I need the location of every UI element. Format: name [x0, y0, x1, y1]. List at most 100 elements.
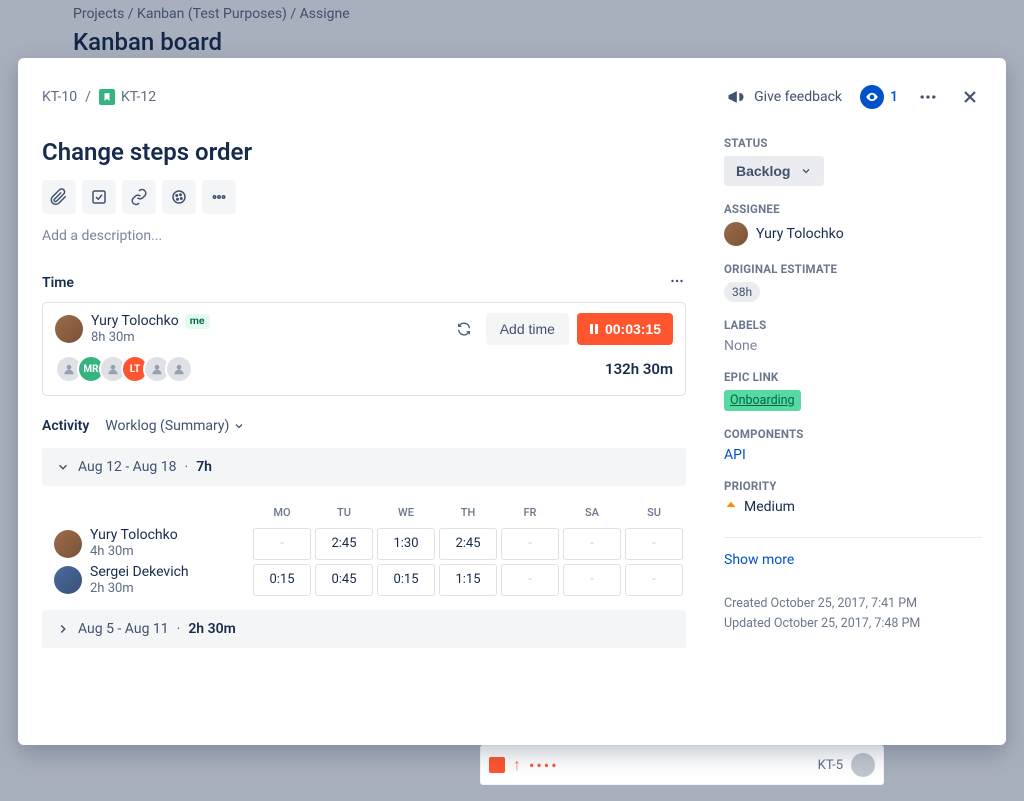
status-label: STATUS — [724, 136, 982, 150]
breadcrumb-parent[interactable]: KT-10 — [42, 89, 77, 105]
time-cell[interactable]: - — [501, 564, 559, 596]
priority-field[interactable]: Medium — [724, 499, 982, 515]
time-cell[interactable]: 1:15 — [439, 564, 497, 596]
priority-label: PRIORITY — [724, 479, 982, 493]
component-link[interactable]: API — [724, 447, 746, 463]
issue-main-column: Change steps order Add a description... … — [18, 58, 716, 745]
time-cell[interactable]: - — [501, 528, 559, 560]
day-header: SA — [563, 502, 621, 523]
ellipsis-icon — [668, 272, 686, 290]
total-time: 132h 30m — [605, 360, 673, 378]
status-dropdown[interactable]: Backlog — [724, 156, 824, 186]
estimate-pill[interactable]: 38h — [724, 282, 760, 302]
issue-header: KT-10 / KT-12 Give feedback 1 — [18, 58, 1006, 116]
week-toggle[interactable]: Aug 12 - Aug 18 · 7h — [42, 448, 686, 486]
subtask-button[interactable] — [82, 180, 116, 214]
priority-medium-icon — [724, 500, 738, 514]
week-range: Aug 12 - Aug 18 — [78, 459, 177, 475]
chevron-down-icon — [800, 165, 812, 177]
components-label: COMPONENTS — [724, 427, 982, 441]
time-cell[interactable]: 0:15 — [377, 564, 435, 596]
backdrop-card-key: KT-5 — [818, 758, 843, 773]
megaphone-icon — [726, 87, 746, 107]
story-icon — [489, 757, 505, 773]
avatar — [724, 222, 748, 246]
time-cell[interactable]: - — [563, 528, 621, 560]
assignee-name: Yury Tolochko — [756, 226, 844, 242]
link-icon — [130, 188, 148, 206]
labels-value[interactable]: None — [724, 338, 982, 354]
give-feedback-button[interactable]: Give feedback — [726, 87, 842, 107]
time-cell[interactable]: 1:30 — [377, 528, 435, 560]
week-block: Aug 5 - Aug 11 · 2h 30m — [42, 610, 686, 648]
attach-button[interactable] — [42, 180, 76, 214]
estimate-label: ORIGINAL ESTIMATE — [724, 262, 982, 276]
avatar — [165, 355, 193, 383]
avatar — [851, 753, 875, 777]
time-cell[interactable]: 0:45 — [315, 564, 373, 596]
cookie-icon — [170, 188, 188, 206]
refresh-icon — [456, 321, 472, 337]
assignee-field[interactable]: Yury Tolochko — [724, 222, 982, 246]
divider — [724, 537, 982, 538]
day-header: SU — [625, 502, 683, 523]
paperclip-icon — [50, 188, 68, 206]
avatar — [54, 530, 82, 558]
watchers-count: 1 — [890, 89, 898, 105]
issue-side-column: STATUS Backlog ASSIGNEE Yury Tolochko OR… — [716, 58, 1006, 745]
avatar-stack[interactable]: MR LT — [55, 355, 187, 383]
day-header: FR — [501, 502, 559, 523]
add-time-button[interactable]: Add time — [486, 313, 569, 345]
issue-title[interactable]: Change steps order — [42, 138, 686, 166]
time-cell[interactable]: 2:45 — [439, 528, 497, 560]
breadcrumb-issue-key[interactable]: KT-12 — [121, 89, 156, 105]
avatar — [55, 315, 83, 343]
updated-date: Updated October 25, 2017, 7:48 PM — [724, 614, 982, 634]
day-header: WE — [377, 502, 435, 523]
more-actions-button[interactable] — [916, 85, 940, 109]
time-cell[interactable]: 0:15 — [253, 564, 311, 596]
close-button[interactable] — [958, 85, 982, 109]
subtask-icon — [90, 188, 108, 206]
zeplin-button[interactable] — [162, 180, 196, 214]
avatar — [54, 566, 82, 594]
refresh-button[interactable] — [450, 315, 478, 343]
description-placeholder[interactable]: Add a description... — [42, 228, 686, 244]
time-section-more-button[interactable] — [668, 272, 686, 294]
pause-icon — [589, 324, 599, 334]
chevron-right-icon — [56, 622, 70, 636]
worklog-person: Sergei Dekevich 2h 30m — [54, 564, 249, 596]
time-cell[interactable]: - — [563, 564, 621, 596]
toolbar-more-button[interactable] — [202, 180, 236, 214]
week-range: Aug 5 - Aug 11 — [78, 621, 169, 637]
backdrop-card: ↑ •••• KT-5 — [480, 745, 884, 785]
week-hours: 2h 30m — [188, 621, 235, 637]
created-date: Created October 25, 2017, 7:41 PM — [724, 594, 982, 614]
day-header: TU — [315, 502, 373, 523]
chevron-down-icon — [233, 420, 245, 432]
time-cell[interactable]: - — [625, 564, 683, 596]
timer-button[interactable]: 00:03:15 — [577, 313, 673, 345]
day-header: MO — [253, 502, 311, 523]
epic-link[interactable]: Onboarding — [724, 390, 801, 411]
current-user-name: Yury Tolochko — [91, 313, 179, 330]
day-header: TH — [439, 502, 497, 523]
feedback-label: Give feedback — [754, 89, 842, 105]
week-hours: 7h — [196, 459, 212, 475]
time-cell[interactable]: - — [253, 528, 311, 560]
time-cell[interactable]: - — [625, 528, 683, 560]
current-user-time: 8h 30m — [91, 330, 210, 346]
labels-label: LABELS — [724, 318, 982, 332]
epic-dots-icon: •••• — [529, 756, 559, 775]
show-more-link[interactable]: Show more — [724, 552, 794, 568]
watchers-button[interactable]: 1 — [860, 85, 898, 109]
activity-view-dropdown[interactable]: Worklog (Summary) — [105, 418, 245, 434]
priority-up-icon: ↑ — [513, 755, 521, 775]
me-badge: me — [185, 314, 210, 329]
time-cell[interactable]: 2:45 — [315, 528, 373, 560]
epic-label: EPIC LINK — [724, 370, 982, 384]
time-panel: Yury Tolochko me 8h 30m Add time 00:03:1… — [42, 302, 686, 396]
week-toggle[interactable]: Aug 5 - Aug 11 · 2h 30m — [42, 610, 686, 648]
link-button[interactable] — [122, 180, 156, 214]
chevron-down-icon — [56, 460, 70, 474]
